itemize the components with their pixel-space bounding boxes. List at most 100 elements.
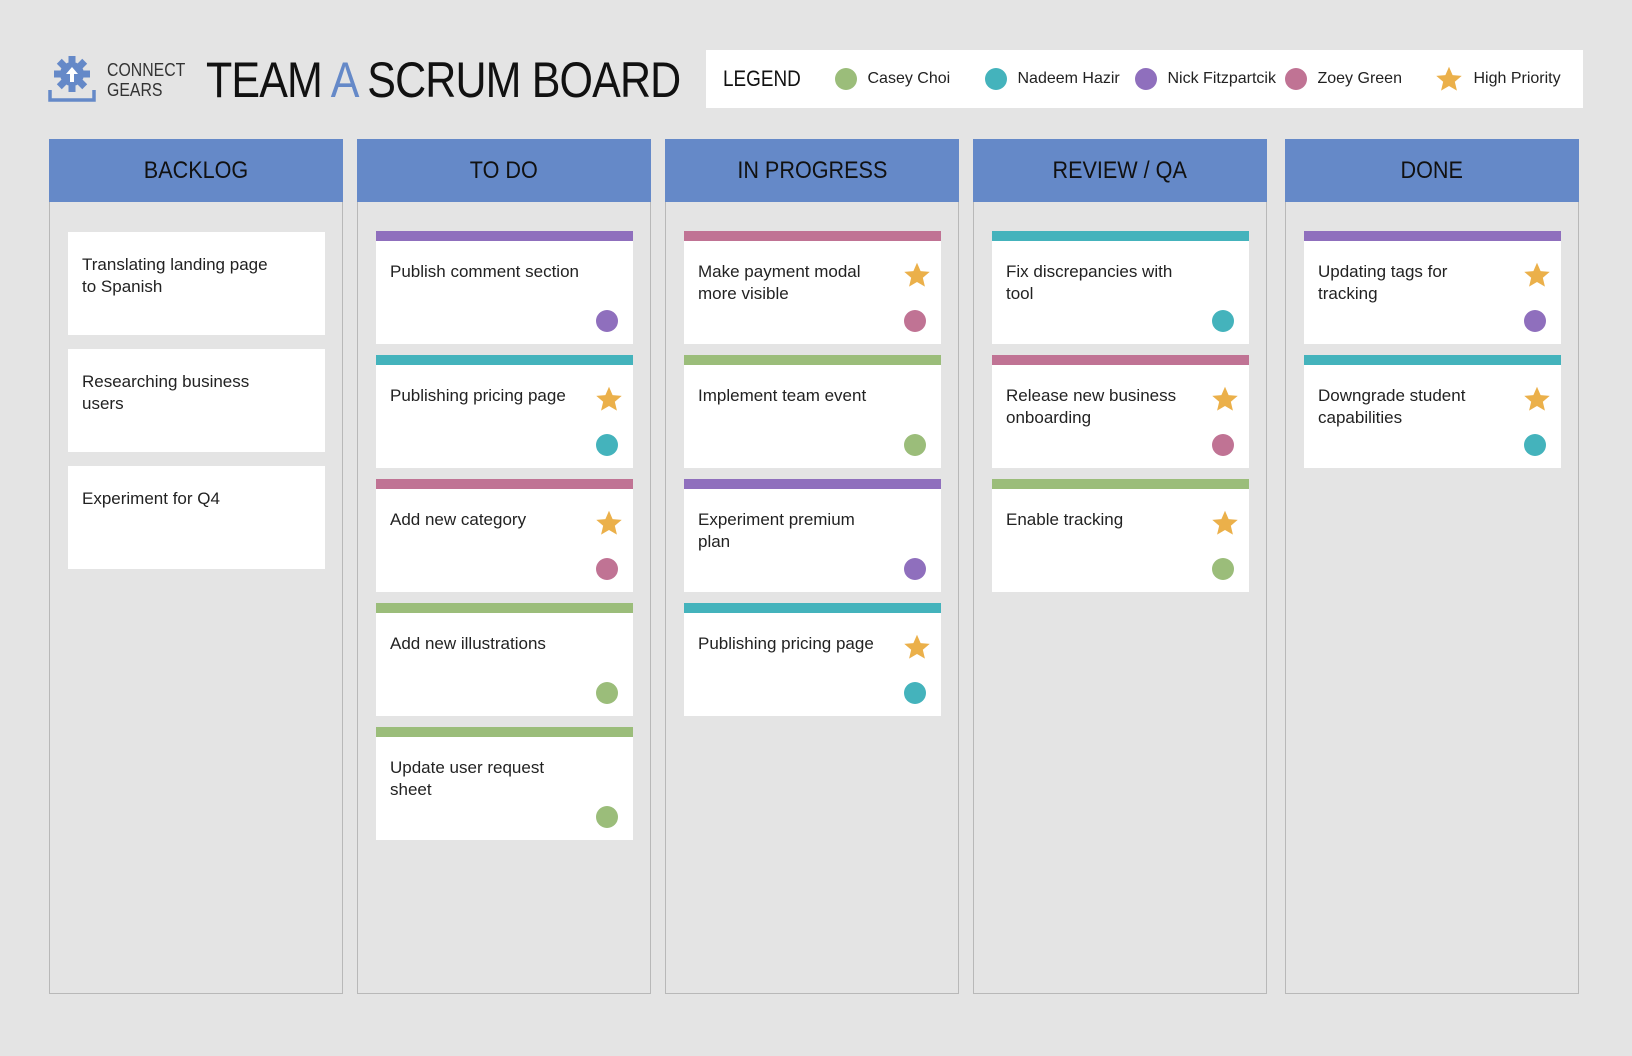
task-title: Add new illustrations — [390, 634, 546, 653]
assignee-dot-icon — [904, 558, 926, 580]
assignee-dot-icon — [596, 310, 618, 332]
task-title: Publishing pricing page — [390, 386, 566, 405]
task-card[interactable]: Publish comment section — [376, 231, 633, 344]
assignee-color-bar — [376, 603, 633, 613]
task-title: Make payment modal more visible — [698, 262, 861, 303]
task-title: Translating landing page to Spanish — [82, 255, 268, 296]
legend-item-nadeem-hazir: Nadeem Hazir — [985, 68, 1135, 90]
assignee-color-bar — [684, 231, 941, 241]
column-done: DONE Updating tags for tracking Downgrade … — [1285, 139, 1579, 994]
column-header: IN PROGRESS — [665, 139, 959, 202]
assignee-color-bar — [684, 479, 941, 489]
task-card[interactable]: Publishing pricing page — [376, 355, 633, 468]
high-priority-star-icon — [1523, 385, 1551, 413]
task-card[interactable]: Implement team event — [684, 355, 941, 468]
assignee-dot-icon — [904, 682, 926, 704]
task-title: Publishing pricing page — [698, 634, 874, 653]
assignee-dot-icon — [1524, 434, 1546, 456]
assignee-dot-icon — [596, 682, 618, 704]
high-priority-star-icon — [1211, 509, 1239, 537]
task-card[interactable]: Publishing pricing page — [684, 603, 941, 716]
legend-item-label: Zoey Green — [1317, 70, 1402, 87]
task-title: Updating tags for tracking — [1318, 262, 1448, 303]
high-priority-star-icon — [595, 385, 623, 413]
task-card[interactable]: Release new business onboarding — [992, 355, 1249, 468]
column-header: DONE — [1285, 139, 1579, 202]
task-card[interactable]: Make payment modal more visible — [684, 231, 941, 344]
circle-icon — [1135, 68, 1158, 90]
task-title: Experiment for Q4 — [82, 489, 220, 508]
task-card[interactable]: Researching business users — [68, 349, 325, 452]
task-card[interactable]: Experiment for Q4 — [68, 466, 325, 569]
assignee-dot-icon — [1524, 310, 1546, 332]
task-title: Enable tracking — [1006, 510, 1124, 529]
column-to-do: TO DO Publish comment section Publishing p… — [357, 139, 651, 994]
high-priority-star-icon — [1211, 385, 1239, 413]
task-card[interactable]: Add new category — [376, 479, 633, 592]
circle-icon — [985, 68, 1008, 90]
task-title: Fix discrepancies with tool — [1006, 262, 1173, 303]
task-title: Downgrade student capabilities — [1318, 386, 1466, 427]
task-card[interactable]: Updating tags for tracking — [1304, 231, 1561, 344]
high-priority-star-icon — [903, 633, 931, 661]
assignee-color-bar — [992, 355, 1249, 365]
circle-icon — [1285, 68, 1308, 90]
title-part1: TEAM — [206, 52, 331, 108]
circle-icon — [835, 68, 858, 90]
task-title: Experiment premium plan — [698, 510, 855, 551]
assignee-dot-icon — [1212, 558, 1234, 580]
legend-label: LEGEND — [723, 66, 801, 91]
assignee-dot-icon — [596, 806, 618, 828]
assignee-color-bar — [376, 355, 633, 365]
assignee-color-bar — [376, 727, 633, 737]
task-title: Update user request sheet — [390, 758, 545, 799]
title-accent: A — [330, 52, 357, 108]
task-card[interactable]: Translating landing page to Spanish — [68, 232, 325, 335]
legend-item-label: Casey Choi — [867, 70, 951, 87]
column-title: TO DO — [469, 156, 539, 184]
legend-item-label: Nadeem Hazir — [1017, 70, 1120, 87]
assignee-color-bar — [992, 479, 1249, 489]
task-card[interactable]: Fix discrepancies with tool — [992, 231, 1249, 344]
legend-item-label: Nick Fitzpartcik — [1167, 70, 1276, 87]
legend-item-casey-choi: Casey Choi — [835, 68, 985, 90]
column-title: REVIEW / QA — [1052, 156, 1188, 184]
assignee-color-bar — [992, 231, 1249, 241]
assignee-color-bar — [376, 231, 633, 241]
high-priority-star-icon — [1523, 261, 1551, 289]
task-card[interactable]: Update user request sheet — [376, 727, 633, 840]
task-card[interactable]: Add new illustrations — [376, 603, 633, 716]
legend-item-nick-fitzpartcik: Nick Fitzpartcik — [1135, 68, 1285, 90]
assignee-dot-icon — [596, 558, 618, 580]
task-title: Researching business users — [82, 372, 250, 413]
gear-upload-icon — [48, 56, 96, 102]
column-title: IN PROGRESS — [736, 156, 888, 184]
column-header: REVIEW / QA — [973, 139, 1267, 202]
high-priority-star-icon — [595, 509, 623, 537]
assignee-color-bar — [684, 355, 941, 365]
column-in-progress: IN PROGRESS Make payment modal more visib… — [665, 139, 959, 994]
column-title: DONE — [1400, 156, 1464, 184]
column-header: BACKLOG — [49, 139, 343, 202]
column-title: BACKLOG — [143, 156, 249, 184]
assignee-dot-icon — [904, 310, 926, 332]
brand-line1: CONNECT — [107, 60, 186, 80]
assignee-dot-icon — [904, 434, 926, 456]
assignee-color-bar — [1304, 231, 1561, 241]
assignee-dot-icon — [1212, 310, 1234, 332]
page-title: TEAM A SCRUM BOARD — [206, 52, 681, 108]
task-title: Publish comment section — [390, 262, 579, 281]
column-review-qa: REVIEW / QA Fix discrepancies with tool Re… — [973, 139, 1267, 994]
assignee-dot-icon — [1212, 434, 1234, 456]
legend-item-high-priority: High Priority — [1435, 65, 1575, 93]
legend-item-label: High Priority — [1473, 70, 1561, 87]
task-card[interactable]: Enable tracking — [992, 479, 1249, 592]
task-card[interactable]: Downgrade student capabilities — [1304, 355, 1561, 468]
assignee-color-bar — [684, 603, 941, 613]
task-card[interactable]: Experiment premium plan — [684, 479, 941, 592]
assignee-color-bar — [1304, 355, 1561, 365]
star-icon — [1435, 65, 1463, 93]
column-header: TO DO — [357, 139, 651, 202]
legend-item-zoey-green: Zoey Green — [1285, 68, 1435, 90]
title-part2: SCRUM BOARD — [356, 52, 681, 108]
